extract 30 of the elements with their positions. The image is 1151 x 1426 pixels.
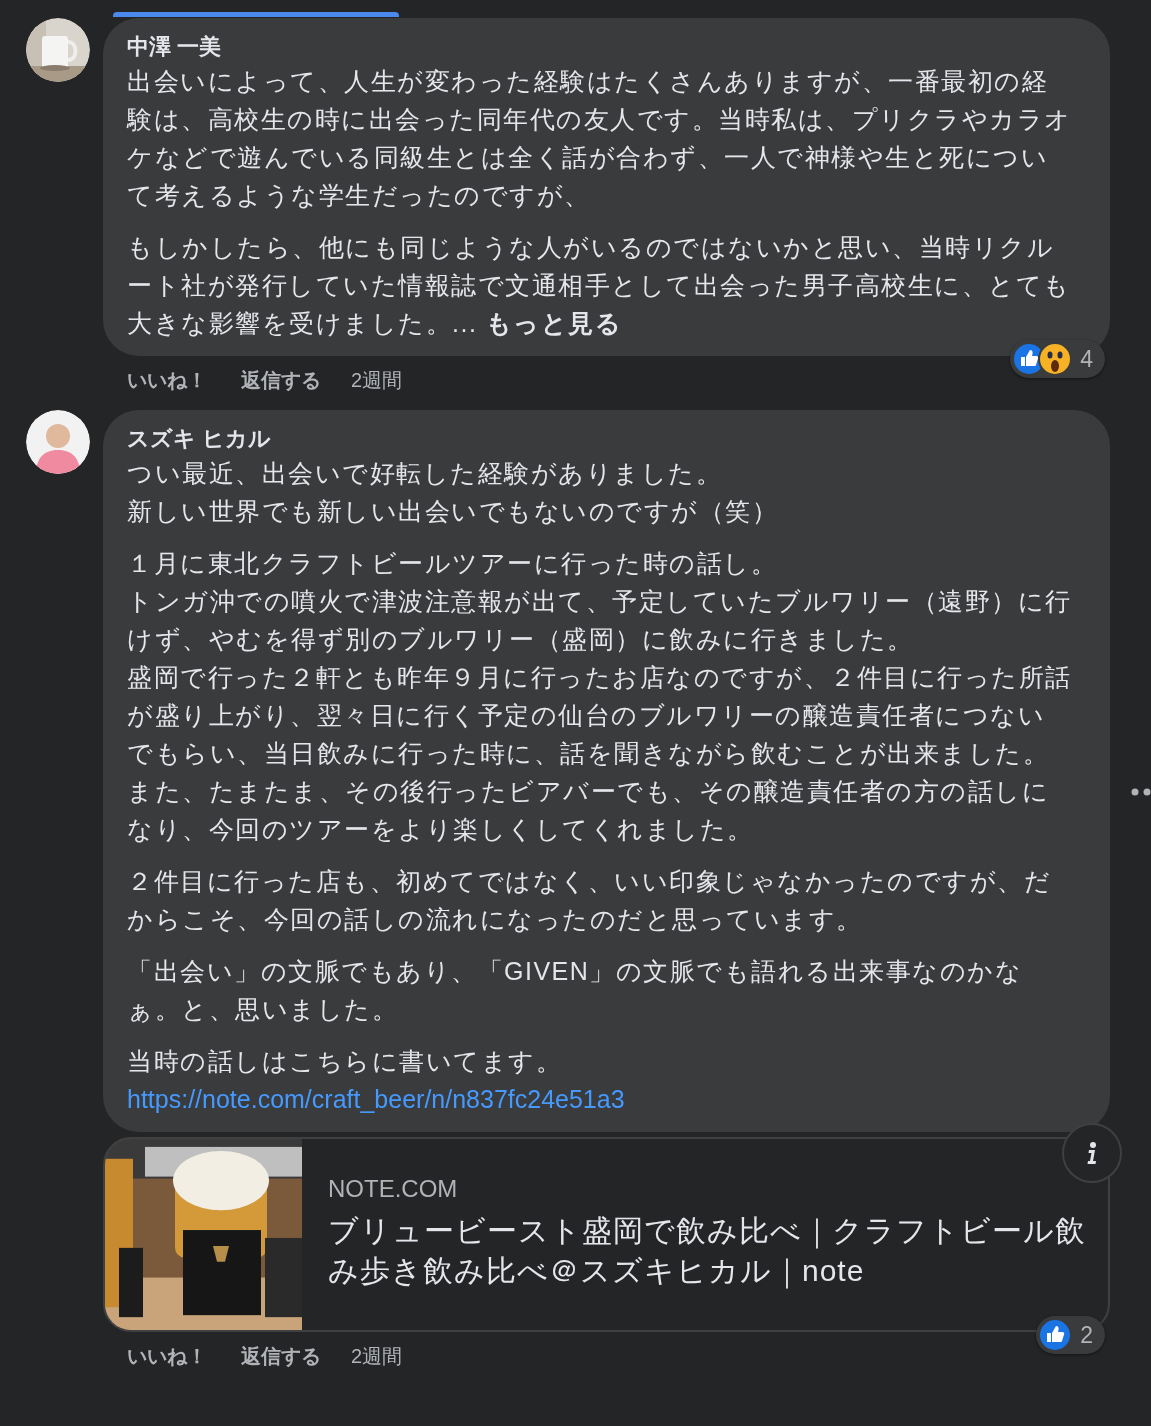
see-more-link[interactable]: もっと見る [485, 309, 623, 337]
comment-text: また、たまたま、その後行ったビアバーでも、その醸造責任者の方の話しになり、今回のツアーをより楽しくしてくれました。 [127, 776, 1050, 845]
comment-text: トンガ沖での噴火で津波注意報が出て、予定していたブルワリー（遠野）に行けず、やむを得ず別のブルワリー（盛岡）に飲みに行きました。 [127, 586, 1072, 655]
author-name[interactable]: 中澤 一美 [127, 32, 1072, 62]
link-domain: NOTE.COM [328, 1174, 459, 1204]
comment-text: つい最近、出会いで好転した経験がありました。 [127, 458, 723, 489]
comment-text: もしかしたら、他にも同じような人がいるのではないかと思い、当時リクルート社が発行していた情報誌で文通相手として出会った男子高校生に、とても大きな影響を受けました。... もっと見る [127, 232, 1072, 339]
reaction-badge[interactable]: 4 [1010, 339, 1105, 378]
comment-text: ２件目に行った店も、初めてではなく、いい印象じゃなかったのですが、だからこそ、今回の話しの流れになったのだと思っています。 [127, 866, 1052, 935]
comment-text: 新しい世界でも新しい出会いでもないのですが（笑） [127, 496, 779, 527]
comment-text: 盛岡で行った２軒とも昨年９月に行ったお店なのですが、２件目に行った所話が盛り上がり、翌々日に行く予定の仙台のブルワリーの醸造責任者につないでもらい、当日飲みに行った時に、話を聞きながら飲むことが出来ました。 [127, 662, 1072, 769]
comment-text: 「出会い」の文脈でもあり、「GIVEN」の文脈でも語れる出来事なのかなぁ。と、思いました。 [127, 956, 1024, 1025]
more-options-icon[interactable] [1131, 788, 1151, 796]
action-link[interactable]: いいね！ [127, 1341, 207, 1371]
timestamp[interactable]: 2週間 [351, 1341, 403, 1371]
reaction-badge[interactable]: 2 [1036, 1315, 1105, 1354]
info-icon [1087, 1142, 1097, 1164]
action-link[interactable]: 返信する [241, 365, 321, 395]
comment-text: 当時の話しはこちらに書いてます。 [127, 1046, 563, 1077]
wow-reaction-icon [1038, 341, 1073, 376]
comment-text: １月に東北クラフトビールツアーに行った時の話し。 [127, 548, 778, 579]
timestamp[interactable]: 2週間 [351, 365, 403, 395]
author-name[interactable]: スズキ ヒカル [127, 424, 1072, 454]
like-reaction-icon [1038, 1317, 1073, 1352]
comment-text: 出会いによって、人生が変わった経験はたくさんありますが、一番最初の経験は、高校生の時に出会った同年代の友人です。当時私は、プリクラやカラオケなどで遊んでいる同級生とは全く話が合わず、一人で神様や生と死について考えるような学生だったのですが、 [127, 66, 1072, 211]
link-title: ブリュービースト盛岡で飲み比べ｜クラフトビール飲み歩き飲み比べ＠スズキヒカル｜note [328, 1213, 1087, 1291]
link[interactable]: https://note.com/craft_beer/n/n837fc24e51a3 [127, 1080, 1072, 1118]
action-link[interactable]: 返信する [241, 1341, 321, 1371]
reaction-count: 4 [1080, 344, 1093, 374]
action-link[interactable]: いいね！ [127, 365, 207, 395]
